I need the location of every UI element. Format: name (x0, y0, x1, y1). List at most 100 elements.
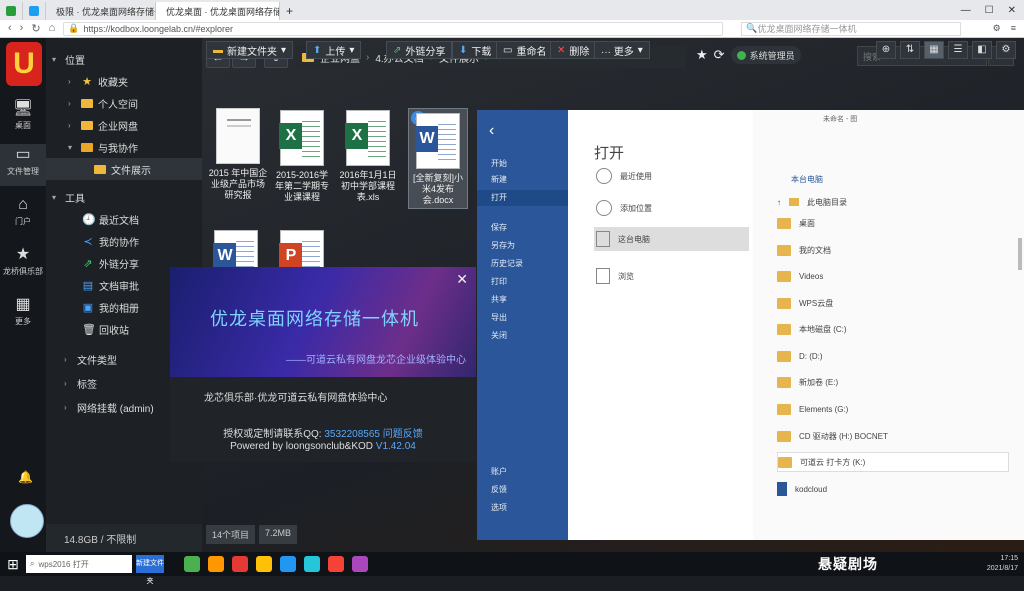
home-icon[interactable]: ⌂ (49, 22, 56, 35)
location-row[interactable]: D: (D:) (777, 346, 1009, 366)
rail-item-portal[interactable]: ⌂ 门户 (0, 194, 46, 236)
location-row-hovered[interactable]: 可道云 打卡方 (K:) (777, 452, 1009, 472)
new-tab-button[interactable]: + (280, 2, 299, 20)
app-icon[interactable] (328, 556, 344, 572)
avatar[interactable] (10, 504, 44, 538)
backstage-item[interactable]: 历史记录 (491, 258, 523, 269)
menu-icon[interactable]: ≡ (1011, 23, 1016, 34)
tree-item-recycle[interactable]: 🗑 回收站 (82, 318, 129, 340)
back-arrow-icon[interactable]: ‹ (489, 122, 494, 140)
tree-item-favorites[interactable]: › ★ 收藏夹 (68, 70, 128, 92)
version-link[interactable]: V1.42.04 (376, 441, 416, 452)
tree-item-file-display[interactable]: 文件展示 (46, 158, 202, 180)
backstage-item[interactable]: 关闭 (491, 330, 507, 341)
backstage-item[interactable]: 新建 (491, 174, 507, 185)
browser-tab[interactable] (23, 2, 46, 20)
more-button[interactable]: ··· 更多 ▾ (594, 41, 650, 59)
star-icon[interactable]: ★ (696, 47, 708, 63)
taskbar-search-input[interactable]: ⌕ wps2016 打开 (26, 555, 132, 573)
close-icon[interactable]: ✕ (456, 271, 468, 288)
rail-item-desktop[interactable]: 🖥 桌面 (0, 98, 46, 140)
backstage-item[interactable]: 开始 (491, 158, 507, 169)
app-icon[interactable] (304, 556, 320, 572)
app-icon[interactable] (256, 556, 272, 572)
file-item[interactable]: X 2016年1月1日初中学部课程表.xls (338, 110, 398, 203)
browser-tab-active[interactable]: 优龙桌面 · 优龙桌面网络存储一体机✕ (156, 2, 280, 20)
location-row[interactable]: 新加卷 (E:) (777, 372, 1009, 392)
share-button[interactable]: ⇗ 外链分享 (386, 41, 453, 59)
upload-button[interactable]: ⬆ 上传 ▾ (306, 41, 362, 59)
maximize-button[interactable]: ☐ (985, 5, 994, 16)
tree-section-tools[interactable]: ▾ 工具 (52, 186, 85, 208)
tree-item-personal[interactable]: › 个人空间 (68, 92, 138, 114)
admin-badge[interactable]: 系统管理员 (730, 46, 801, 64)
refresh-icon[interactable]: ↻ (31, 22, 40, 35)
location-row[interactable]: 桌面 (777, 213, 1009, 233)
backstage-item[interactable]: 反馈 (491, 484, 507, 495)
browser-tab[interactable] (0, 2, 23, 20)
windows-start-icon[interactable]: ⊞ (0, 552, 26, 576)
location-row[interactable]: 本地磁盘 (C:) (777, 319, 1009, 339)
scrollbar[interactable] (1018, 238, 1022, 270)
rail-item-file-manager[interactable]: ▭ 文件管理 (0, 144, 46, 186)
app-logo[interactable]: U (6, 42, 42, 86)
browser-tab[interactable]: 极限 · 优龙桌面网络存储一体机✕ (46, 2, 156, 20)
tree-section-network-mount[interactable]: › 网络挂载 (admin) (64, 396, 154, 418)
tree-section-file-types[interactable]: › 文件类型 (64, 348, 117, 370)
rename-button[interactable]: ▭ 重命名 (496, 41, 554, 59)
forward-icon[interactable]: › (20, 22, 24, 35)
zoom-icon[interactable]: ⊕ (876, 41, 896, 59)
tree-item-approval[interactable]: ▤ 文档审批 (82, 274, 139, 296)
backstage-item[interactable]: 导出 (491, 312, 507, 323)
app-icon[interactable] (280, 556, 296, 572)
tree-item-external-share[interactable]: ⇗ 外链分享 (82, 252, 139, 274)
bell-icon[interactable]: 🔔 (18, 470, 33, 484)
backstage-item[interactable]: 账户 (491, 466, 507, 477)
app-icon[interactable] (352, 556, 368, 572)
feedback-link[interactable]: 问题反馈 (383, 429, 423, 440)
contact-qq-link[interactable]: 3532208565 (324, 429, 380, 440)
tree-section-location[interactable]: ▾ 位置 (52, 48, 85, 70)
minimize-button[interactable]: — (961, 5, 971, 16)
location-row[interactable]: CD 驱动器 (H:) BOCNET (777, 426, 1009, 446)
open-option-browse[interactable]: 浏览 (594, 264, 749, 288)
open-option-this-pc[interactable]: 这台电脑 (594, 227, 749, 251)
tree-item-enterprise[interactable]: › 企业网盘 (68, 114, 138, 136)
delete-button[interactable]: ✕ 删除 (550, 41, 597, 59)
open-option-recent[interactable]: 最近使用 (594, 164, 749, 188)
file-item[interactable]: 2015 年中国企业级产品市场研究报 (208, 108, 268, 201)
file-item-selected[interactable]: ✓ W [全新复刻]小米4发布会.docx (408, 108, 468, 209)
backstage-item-open[interactable]: 打开 (477, 190, 568, 206)
split-view-icon[interactable]: ◧ (972, 41, 992, 59)
app-icon[interactable] (208, 556, 224, 572)
backstage-item[interactable]: 打印 (491, 276, 507, 287)
browser-search-field[interactable]: 🔍 优龙桌面网络存储一体机 (741, 21, 962, 36)
tree-item-my-collab[interactable]: ≺ 我的协作 (82, 230, 139, 252)
rail-item-club[interactable]: ★ 龙桥俱乐部 (0, 244, 46, 286)
location-row[interactable]: kodcloud (777, 479, 1009, 499)
location-row[interactable]: 我的文档 (777, 240, 1009, 260)
tree-item-album[interactable]: ▣ 我的相册 (82, 296, 139, 318)
back-icon[interactable]: ‹ (8, 22, 12, 35)
settings-icon[interactable]: ⚙ (996, 41, 1016, 59)
tree-item-recent[interactable]: 🕘 最近文档 (82, 208, 139, 230)
tree-section-tags[interactable]: › 标签 (64, 372, 97, 394)
location-row[interactable]: Elements (G:) (777, 399, 1009, 419)
backstage-item[interactable]: 选项 (491, 502, 507, 513)
refresh-icon[interactable]: ⟳ (714, 47, 725, 63)
location-row[interactable]: WPS云盘 (777, 293, 1009, 313)
address-field[interactable]: 🔒 https://kodbox.loongelab.cn/#explorer (63, 21, 724, 36)
file-item[interactable]: X 2015-2016学年第二学期专业课课程 (272, 110, 332, 203)
download-button[interactable]: ⬇ 下载 (452, 41, 499, 59)
sort-icon[interactable]: ⇅ (900, 41, 920, 59)
location-row[interactable]: Videos (777, 266, 1009, 286)
close-window-button[interactable]: ✕ (1008, 5, 1016, 16)
open-option-add-place[interactable]: 添加位置 (594, 196, 749, 220)
system-clock[interactable]: 17:15 2021/8/17 (987, 554, 1018, 574)
backstage-item[interactable]: 另存为 (491, 240, 515, 251)
location-row[interactable]: ↑ 此电脑目录 (777, 192, 1009, 212)
tree-item-collab[interactable]: ▾ 与我协作 (68, 136, 138, 158)
rail-item-more[interactable]: ▦ 更多 (0, 294, 46, 336)
app-icon[interactable] (232, 556, 248, 572)
new-folder-button[interactable]: ▬ 新建文件夹 ▾ (206, 41, 294, 59)
